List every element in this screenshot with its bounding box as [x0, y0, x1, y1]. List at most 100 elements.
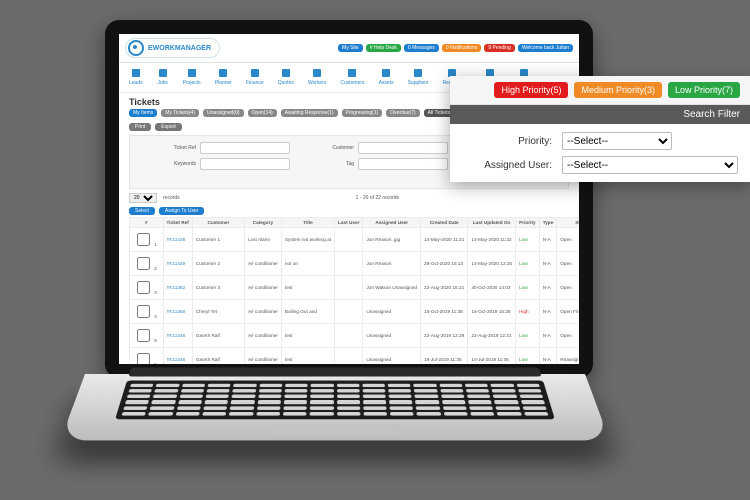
header-pill[interactable]: My Site [338, 44, 363, 52]
column-header[interactable]: Assigned User [363, 218, 421, 228]
cell [335, 252, 363, 276]
cell: Air conditioner [244, 324, 281, 348]
input-customer[interactable] [358, 142, 448, 154]
cell[interactable]: TK11346 [163, 324, 192, 348]
toolbar-item-planner[interactable]: Planner [215, 67, 232, 86]
cell[interactable]: TK11346 [163, 348, 192, 365]
cell: Open First Response [557, 300, 579, 324]
toolbar-item-quotes[interactable]: Quotes [278, 67, 294, 86]
cell: Low [516, 276, 540, 300]
column-header[interactable]: Type [539, 218, 557, 228]
cell[interactable]: TK11362 [163, 276, 192, 300]
toolbar-item-assets[interactable]: Assets [379, 67, 394, 86]
brand[interactable]: EWORKMANAGER [125, 38, 220, 58]
cell: Customer 1 [192, 228, 244, 252]
row-checkbox[interactable] [137, 257, 150, 270]
toolbar-item-finance[interactable]: Finance [246, 67, 264, 86]
cell: Air conditioner [244, 348, 281, 365]
select-priority[interactable]: --Select-- [562, 132, 672, 150]
cell: Air conditioner [244, 300, 281, 324]
filter-pill[interactable]: My Items [129, 109, 157, 117]
column-header[interactable]: Title [281, 218, 334, 228]
row-checkbox[interactable] [137, 329, 150, 342]
label-ticket-ref: Ticket Ref [136, 145, 196, 151]
column-header[interactable]: Category [244, 218, 281, 228]
table-body: 1TK11438Customer 1Lost AlarmSystem not w… [130, 228, 580, 365]
toolbar-item-jobs[interactable]: Jobs [157, 67, 169, 86]
cell: 1 [130, 228, 164, 252]
cell: 4 [130, 300, 164, 324]
cell: Gareth Ralf [192, 348, 244, 365]
header-pill[interactable]: 0 Messages [404, 44, 439, 52]
filter-pill[interactable]: Unassigned(0) [203, 109, 244, 117]
cell: N-A [539, 228, 557, 252]
export-button[interactable]: Export [155, 123, 181, 131]
row-checkbox[interactable] [137, 353, 150, 364]
select-assigned-user[interactable]: --Select-- [562, 156, 738, 174]
cell: Low [516, 348, 540, 365]
column-header[interactable]: Ticket Ref [163, 218, 192, 228]
column-header[interactable]: Status [557, 218, 579, 228]
cell: Customer 2 [192, 252, 244, 276]
badge-medium-priority[interactable]: Medium Priority(3) [574, 82, 662, 98]
column-header[interactable]: Last Updated On [468, 218, 516, 228]
search-filter-title: Search Filter [450, 105, 750, 124]
tickets-table: #Ticket RefCustomerCategoryTitleLast Use… [129, 217, 579, 364]
header-pill[interactable]: # Help Desk [366, 44, 401, 52]
row-checkbox[interactable] [137, 281, 150, 294]
cell: System not working at [281, 228, 334, 252]
column-header[interactable]: Last User [335, 218, 363, 228]
page-size-select[interactable]: 20 [129, 193, 157, 203]
toolbar-item-workers[interactable]: Workers [308, 67, 327, 86]
toolbar-item-projects[interactable]: Projects [183, 67, 201, 86]
input-ticket-ref[interactable] [200, 142, 290, 154]
toolbar-item-customers[interactable]: Customers [340, 67, 364, 86]
brand-logo-icon [128, 40, 144, 56]
toolbar-item-leads[interactable]: Leads [129, 67, 143, 86]
header-pill[interactable]: 0 Notifications [442, 44, 481, 52]
row-checkbox[interactable] [137, 305, 150, 318]
column-header[interactable]: Customer [192, 218, 244, 228]
badge-high-priority[interactable]: High Priority(5) [494, 82, 568, 98]
toolbar-item-suppliers[interactable]: Suppliers [408, 67, 429, 86]
cell[interactable]: TK11429 [163, 252, 192, 276]
badge-low-priority[interactable]: Low Priority(7) [668, 82, 740, 98]
cell: 14-May-2020 12:25 [468, 252, 516, 276]
search-filter-overlay: High Priority(5) Medium Priority(3) Low … [450, 76, 750, 182]
row-checkbox[interactable] [137, 233, 150, 246]
header-pill[interactable]: Welcome back Julian [518, 44, 573, 52]
filter-pill[interactable]: Progressing(1) [342, 109, 383, 117]
input-keywords[interactable] [200, 158, 290, 170]
keyboard-deck [60, 374, 609, 440]
input-tag[interactable] [358, 158, 448, 170]
label-tag: Tag [294, 161, 354, 167]
filter-pill[interactable]: My Tickets(4) [161, 109, 199, 117]
column-header[interactable]: # [130, 218, 164, 228]
filter-pill[interactable]: Overdue(7) [386, 109, 419, 117]
filter-pill[interactable]: Open(14) [248, 109, 277, 117]
filter-pill[interactable]: Awaiting Response(1) [281, 109, 338, 117]
cell[interactable]: TK11360 [163, 300, 192, 324]
cell: Jon Watson Unassigned [363, 276, 421, 300]
table-row: 2TK11429Customer 2Air conditionernot onJ… [130, 252, 580, 276]
cell: Open [557, 228, 579, 252]
cell: Jon Reason [363, 252, 421, 276]
print-button[interactable]: Print [129, 123, 151, 131]
cell[interactable]: TK11438 [163, 228, 192, 252]
column-header[interactable]: Created Date [421, 218, 468, 228]
cell: 2 [130, 252, 164, 276]
cell: 29-Oct-2020 16:13 [421, 252, 468, 276]
assign-to-user-button[interactable]: Assign To User [159, 207, 205, 215]
cell: Low [516, 324, 540, 348]
column-header[interactable]: Priority [516, 218, 540, 228]
header-pill[interactable]: 9 Pending [484, 44, 515, 52]
table-row: 6TK11346Gareth RalfAir conditionertestUn… [130, 348, 580, 365]
cell [335, 300, 363, 324]
brand-text: EWORKMANAGER [148, 45, 211, 52]
cell [335, 228, 363, 252]
cell: Air conditioner [244, 276, 281, 300]
cell: N-A [539, 324, 557, 348]
cell: High [516, 300, 540, 324]
search-filter-body: Priority: --Select-- Assigned User: --Se… [450, 124, 750, 182]
select-button[interactable]: Select [129, 207, 155, 215]
